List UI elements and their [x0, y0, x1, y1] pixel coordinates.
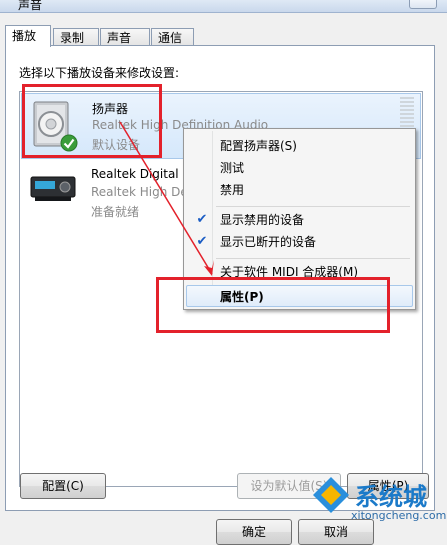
menu-separator	[216, 258, 410, 259]
instruction-label: 选择以下播放设备来修改设置:	[19, 66, 180, 80]
tab-communications[interactable]: 通信	[151, 28, 194, 46]
checkmark-icon: ✔	[196, 234, 208, 249]
menu-item-label: 属性(P)	[220, 290, 264, 304]
menu-item-label: 测试	[220, 161, 245, 175]
menu-item-test[interactable]: 测试	[186, 157, 413, 179]
menu-item-label: 显示已断开的设备	[220, 235, 317, 249]
menu-item-properties[interactable]: 属性(P)	[186, 285, 413, 307]
digital-output-icon	[30, 176, 76, 201]
watermark-text: 系统城	[355, 483, 427, 511]
watermark-url: xitongcheng.com	[351, 509, 447, 522]
window-title: 声音	[18, 0, 43, 12]
device-status: 默认设备	[92, 138, 141, 152]
menu-item-show-disconnected[interactable]: ✔ 显示已断开的设备	[186, 231, 413, 253]
context-menu: 配置扬声器(S) 测试 禁用 ✔ 显示禁用的设备 ✔ 显示已断开的设备 关于软件…	[183, 128, 416, 310]
watermark-logo-icon	[313, 477, 349, 513]
tab-playback[interactable]: 播放	[5, 25, 51, 47]
default-check-icon	[60, 134, 78, 152]
menu-item-show-disabled[interactable]: ✔ 显示禁用的设备	[186, 209, 413, 231]
menu-item-label: 禁用	[220, 183, 245, 197]
device-name: 扬声器	[92, 102, 129, 116]
menu-separator	[216, 206, 410, 207]
configure-button[interactable]: 配置(C)	[20, 473, 106, 499]
close-button[interactable]	[409, 0, 437, 9]
menu-item-label: 关于软件 MIDI 合成器(M)	[220, 265, 359, 279]
menu-item-configure-speakers[interactable]: 配置扬声器(S)	[186, 135, 413, 157]
tab-recording[interactable]: 录制	[53, 28, 99, 46]
watermark: 系统城 xitongcheng.com	[307, 473, 447, 531]
device-status: 准备就绪	[91, 205, 140, 219]
ok-button[interactable]: 确定	[216, 519, 292, 545]
device-name: Realtek Digital O	[91, 167, 192, 181]
tab-sounds[interactable]: 声音	[100, 28, 150, 46]
menu-item-label: 配置扬声器(S)	[220, 139, 297, 153]
title-bar: 声音	[0, 0, 447, 13]
checkmark-icon: ✔	[196, 212, 208, 227]
device-description: Realtek High Def	[91, 185, 192, 199]
menu-item-label: 显示禁用的设备	[220, 213, 305, 227]
menu-item-disable[interactable]: 禁用	[186, 179, 413, 201]
menu-item-about-midi[interactable]: 关于软件 MIDI 合成器(M)	[186, 261, 413, 283]
